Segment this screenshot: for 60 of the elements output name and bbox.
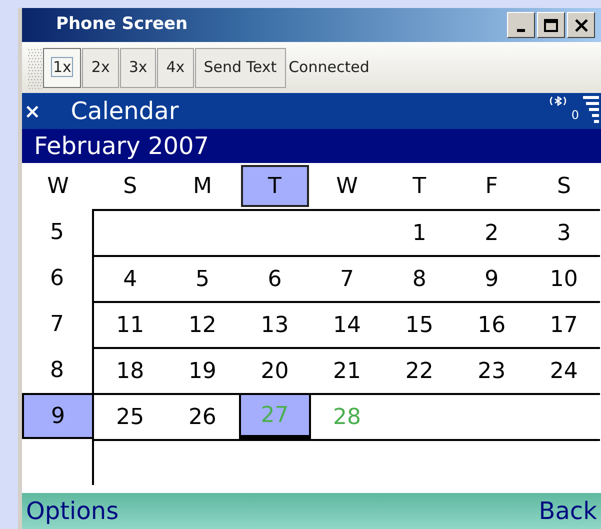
day-number[interactable]: 5 <box>195 262 210 296</box>
weekday-header: M <box>192 172 213 200</box>
day-number[interactable]: 23 <box>478 354 506 388</box>
week-column-header: W <box>46 172 70 200</box>
day-number[interactable]: 9 <box>484 262 499 296</box>
day-number[interactable]: 21 <box>333 354 362 388</box>
week-number[interactable]: 6 <box>22 255 94 301</box>
day-number[interactable]: 2 <box>484 216 499 250</box>
weekday-header: W <box>335 172 359 200</box>
maximize-button[interactable] <box>537 12 565 38</box>
connection-status: Connected <box>288 57 370 78</box>
back-softkey[interactable]: Back <box>538 493 597 529</box>
close-glyph[interactable]: × <box>22 96 45 126</box>
day-number[interactable]: 4 <box>123 262 138 296</box>
day-number[interactable]: 15 <box>405 308 434 342</box>
close-icon <box>574 18 588 32</box>
day-number[interactable]: 20 <box>260 354 289 388</box>
day-number[interactable]: 18 <box>116 354 144 388</box>
day-number[interactable]: 24 <box>550 354 578 388</box>
maximize-icon <box>544 18 558 32</box>
toolbar-button[interactable]: 3x <box>120 48 156 88</box>
day-number[interactable]: 14 <box>333 308 362 342</box>
day-number[interactable]: 25 <box>116 400 144 434</box>
day-number[interactable]: 13 <box>260 308 289 342</box>
close-button[interactable] <box>567 12 595 38</box>
window-title: Phone Screen <box>56 13 188 36</box>
day-number[interactable]: 1 <box>412 216 426 250</box>
weekday-header: F <box>484 172 499 200</box>
weekday-header: S <box>122 172 138 200</box>
day-number[interactable]: 3 <box>556 216 571 250</box>
week-number[interactable]: 5 <box>22 209 94 255</box>
indicator-text: 0 <box>571 107 579 124</box>
day-number[interactable]: 8 <box>412 262 426 296</box>
day-number[interactable]: 19 <box>188 354 216 388</box>
day-number[interactable]: 16 <box>478 308 506 342</box>
options-softkey[interactable]: Options <box>26 493 119 529</box>
day-number[interactable]: 7 <box>340 262 354 296</box>
day-number[interactable]: 26 <box>188 400 216 434</box>
day-number[interactable]: 10 <box>550 262 578 296</box>
day-number[interactable]: 11 <box>116 308 144 342</box>
week-number[interactable]: 7 <box>22 301 94 347</box>
day-number[interactable]: 6 <box>268 262 282 296</box>
toolbar-button[interactable]: Send Text <box>194 48 286 88</box>
day-number[interactable]: 17 <box>550 308 578 342</box>
toolbar-button[interactable]: 1x <box>43 48 82 88</box>
weekday-header: T <box>240 165 309 207</box>
minimize-button[interactable] <box>507 12 535 38</box>
day-number[interactable]: 22 <box>405 354 434 388</box>
signal-bars-icon <box>583 96 599 126</box>
bluetooth-icon <box>549 96 568 106</box>
weekday-header: T <box>412 172 428 200</box>
toolbar-button[interactable]: 4x <box>157 48 194 88</box>
app-title: Calendar <box>70 96 179 127</box>
minimize-icon <box>517 28 525 32</box>
weekday-header: S <box>556 172 572 200</box>
week-number[interactable]: 9 <box>22 393 94 439</box>
month-title: February 2007 <box>22 129 601 163</box>
toolbar-button[interactable]: 2x <box>82 48 119 88</box>
day-number[interactable]: 12 <box>188 308 216 342</box>
toolbar-grip-icon[interactable] <box>26 46 42 88</box>
